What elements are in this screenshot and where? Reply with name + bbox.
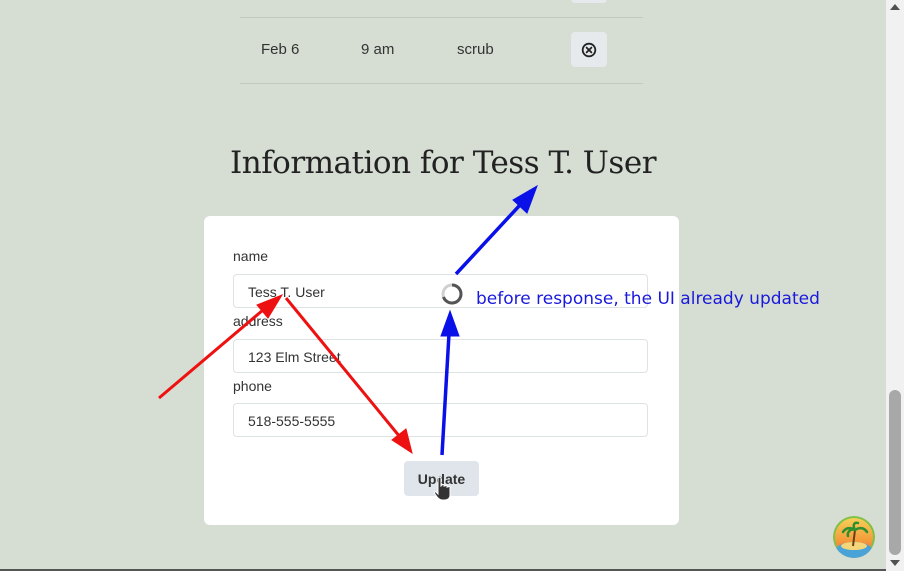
row-date: Feb 6	[261, 41, 300, 58]
scroll-up-arrow[interactable]	[890, 4, 900, 10]
cancel-button-previous-row[interactable]	[571, 0, 607, 3]
phone-label: phone	[233, 378, 272, 394]
scroll-down-arrow[interactable]	[890, 560, 900, 566]
row-activity: scrub	[457, 41, 494, 58]
avatar[interactable]	[833, 516, 875, 558]
scrollbar[interactable]	[886, 0, 904, 571]
cancel-button[interactable]	[571, 32, 607, 67]
phone-field[interactable]: 518-555-5555	[233, 403, 648, 437]
annotation-text: before response, the UI already updated	[476, 289, 820, 309]
row-time: 9 am	[361, 41, 395, 58]
user-info-form: name Tess T. User address 123 Elm Street…	[204, 216, 679, 525]
name-label: name	[233, 248, 269, 264]
page-title: Information for Tess T. User	[229, 145, 657, 181]
address-label: address	[233, 313, 283, 329]
row-divider	[240, 83, 643, 84]
update-button[interactable]: Update	[404, 461, 479, 496]
close-circle-icon	[581, 42, 597, 57]
island-logo-icon	[833, 516, 875, 558]
scrollbar-thumb[interactable]	[889, 390, 901, 555]
address-field[interactable]: 123 Elm Street	[233, 339, 648, 373]
table-row: Feb 6 9 am scrub	[240, 18, 643, 83]
